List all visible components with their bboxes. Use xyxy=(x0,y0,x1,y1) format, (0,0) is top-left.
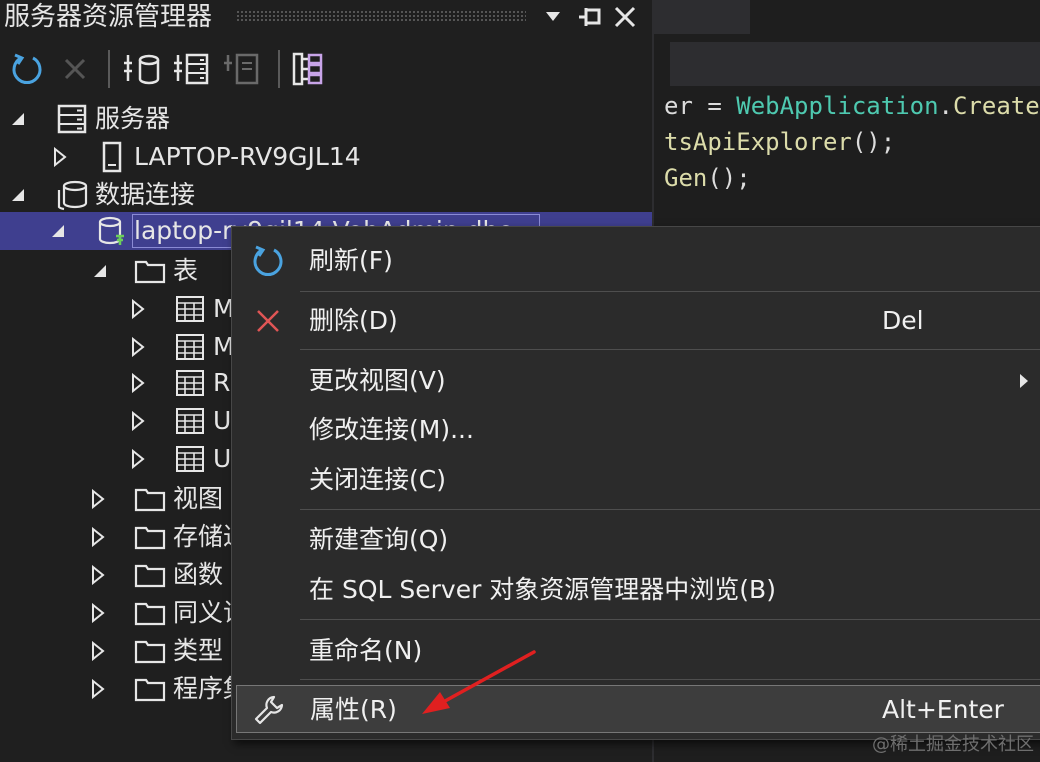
code-line: er = WebApplication.Create xyxy=(664,92,1040,120)
menu-item-rename[interactable]: 重命名(N) xyxy=(236,627,1040,675)
database-connected-icon xyxy=(94,212,130,250)
expanded-arrow-icon[interactable] xyxy=(88,252,112,290)
delete-x-icon xyxy=(242,297,294,345)
collapsed-arrow-icon[interactable] xyxy=(126,290,150,328)
collapsed-arrow-icon[interactable] xyxy=(86,480,110,518)
menu-item-new-query[interactable]: 新建查询(Q) xyxy=(236,516,1040,564)
table-icon xyxy=(172,364,208,402)
tree-label: 视图 xyxy=(173,484,224,513)
collapsed-arrow-icon[interactable] xyxy=(126,402,150,440)
close-icon[interactable] xyxy=(610,2,640,32)
collapsed-arrow-icon[interactable] xyxy=(86,556,110,594)
folder-icon xyxy=(132,518,168,556)
expanded-arrow-icon[interactable] xyxy=(6,100,30,138)
menu-item-label: 新建查询(Q) xyxy=(309,525,449,554)
menu-item-label: 删除(D) xyxy=(309,306,398,335)
server-explorer-tree-icon[interactable] xyxy=(290,50,328,88)
menu-item-properties[interactable]: 属性(R) Alt+Enter xyxy=(236,685,1040,733)
menu-item-label: 关闭连接(C) xyxy=(309,465,446,494)
code-line: tsApiExplorer(); xyxy=(664,128,896,156)
tree-label: U xyxy=(213,406,232,435)
folder-icon xyxy=(132,480,168,518)
toolbar-separator xyxy=(278,50,280,88)
code-line: Gen(); xyxy=(664,164,751,192)
collapsed-arrow-icon[interactable] xyxy=(48,138,72,176)
sharepoint-connection-icon[interactable] xyxy=(222,50,260,88)
wrench-icon xyxy=(243,686,295,734)
editor-navigation-bar xyxy=(670,42,1040,86)
collapsed-arrow-icon[interactable] xyxy=(86,632,110,670)
tree-label: 服务器 xyxy=(95,104,171,133)
menu-separator xyxy=(300,509,1040,510)
tree-node-servers[interactable]: 服务器 xyxy=(0,100,652,138)
menu-item-label: 刷新(F) xyxy=(309,246,393,275)
pin-icon[interactable] xyxy=(574,2,606,32)
watermark: @稀土掘金技术社区 xyxy=(872,734,1034,755)
toolbar-separator xyxy=(108,50,110,88)
title-grip[interactable] xyxy=(236,10,526,22)
database-connections-icon xyxy=(54,176,90,214)
menu-separator xyxy=(300,349,1040,350)
triangle-down-icon[interactable] xyxy=(540,2,566,32)
tree-node-laptop[interactable]: LAPTOP-RV9GJL14 xyxy=(0,138,652,176)
menu-item-close-connection[interactable]: 关闭连接(C) xyxy=(236,456,1040,504)
menu-separator xyxy=(300,291,1040,292)
tree-node-data-connections[interactable]: 数据连接 xyxy=(0,176,652,214)
menu-item-label: 属性(R) xyxy=(310,695,397,724)
menu-item-label: 在 SQL Server 对象资源管理器中浏览(B) xyxy=(309,575,776,604)
collapsed-arrow-icon[interactable] xyxy=(86,670,110,708)
folder-icon xyxy=(132,670,168,708)
folder-icon xyxy=(132,632,168,670)
submenu-arrow-icon xyxy=(1018,357,1038,405)
tree-label: 类型 xyxy=(173,636,224,665)
server-icon xyxy=(54,100,90,138)
menu-shortcut: Del xyxy=(882,306,924,335)
table-icon xyxy=(172,290,208,328)
tree-label: R xyxy=(213,368,231,397)
menu-item-delete[interactable]: 删除(D) Del xyxy=(236,297,1040,345)
menu-item-label: 修改连接(M)... xyxy=(309,415,474,444)
delete-x-icon[interactable] xyxy=(56,50,94,88)
tree-label: LAPTOP-RV9GJL14 xyxy=(134,142,361,171)
collapsed-arrow-icon[interactable] xyxy=(126,364,150,402)
expanded-arrow-icon[interactable] xyxy=(6,176,30,214)
menu-separator xyxy=(300,679,1040,680)
refresh-icon xyxy=(242,237,294,285)
context-menu: 刷新(F) 删除(D) Del 更改视图(V) 修改连接(M)... 关闭连接(… xyxy=(231,226,1040,740)
menu-item-browse-sql-server[interactable]: 在 SQL Server 对象资源管理器中浏览(B) xyxy=(236,566,1040,614)
computer-icon xyxy=(94,138,130,176)
table-icon xyxy=(172,440,208,478)
table-icon xyxy=(172,402,208,440)
menu-shortcut: Alt+Enter xyxy=(882,695,1004,724)
connect-server-icon[interactable] xyxy=(172,50,210,88)
menu-separator xyxy=(300,619,1040,620)
panel-header: 服务器资源管理器 xyxy=(0,0,652,36)
refresh-icon[interactable] xyxy=(8,50,46,88)
collapsed-arrow-icon[interactable] xyxy=(86,518,110,556)
collapsed-arrow-icon[interactable] xyxy=(126,328,150,366)
menu-item-change-view[interactable]: 更改视图(V) xyxy=(236,357,1040,405)
menu-item-label: 更改视图(V) xyxy=(309,366,446,395)
tree-label: U xyxy=(213,444,232,473)
table-icon xyxy=(172,328,208,366)
folder-icon xyxy=(132,594,168,632)
folder-icon xyxy=(132,556,168,594)
menu-item-refresh[interactable]: 刷新(F) xyxy=(236,237,1040,285)
editor-tab[interactable] xyxy=(654,0,750,34)
menu-item-modify-connection[interactable]: 修改连接(M)... xyxy=(236,406,1040,454)
panel-title: 服务器资源管理器 xyxy=(4,2,213,32)
tree-label: 表 xyxy=(173,256,199,285)
tree-label: 数据连接 xyxy=(95,180,196,209)
toolbar xyxy=(0,44,652,92)
tree-label: 函数 xyxy=(173,560,224,589)
collapsed-arrow-icon[interactable] xyxy=(86,594,110,632)
connect-database-icon[interactable] xyxy=(122,50,160,88)
expanded-arrow-icon[interactable] xyxy=(46,212,70,250)
collapsed-arrow-icon[interactable] xyxy=(126,440,150,478)
menu-item-label: 重命名(N) xyxy=(309,636,423,665)
folder-icon xyxy=(132,252,168,290)
